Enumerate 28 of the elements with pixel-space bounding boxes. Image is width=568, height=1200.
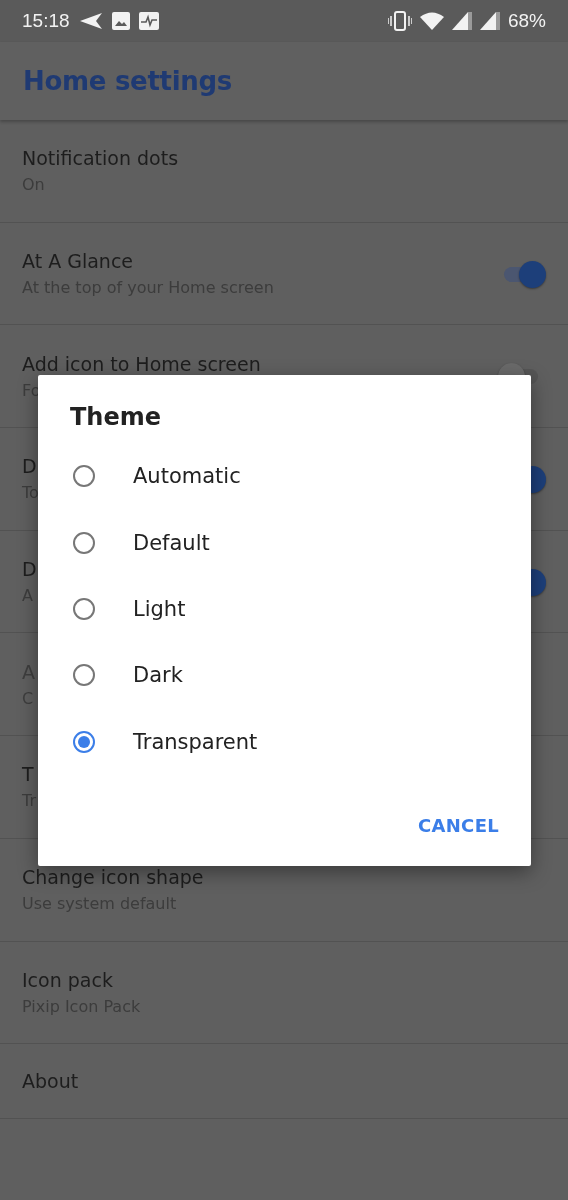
option-label[interactable]: Automatic [133,464,241,489]
option-label[interactable]: Default [133,530,210,555]
setting-title[interactable]: Add icon to Home screen [22,352,502,375]
battery-percent: 68% [507,10,546,32]
setting-title[interactable]: At A Glance [22,250,502,273]
vibrate-icon [387,11,412,31]
image-icon [111,12,130,30]
setting-title[interactable]: About [22,1070,542,1093]
option-label[interactable]: Dark [133,663,183,688]
dialog-title: Theme [70,403,163,431]
setting-title[interactable]: Icon pack [22,968,542,991]
signal-icon [451,12,472,30]
paper-plane-icon [78,12,103,30]
option-label[interactable]: Transparent [133,729,258,754]
cancel-button[interactable]: CANCEL [408,807,509,844]
setting-title[interactable]: Change icon shape [22,866,542,889]
screen-title: Home settings [23,66,232,96]
radio-button[interactable] [73,597,95,620]
radio-button[interactable] [73,465,95,488]
option-label[interactable]: Light [133,596,186,621]
setting-title[interactable]: Notification dots [22,147,542,170]
radio-button[interactable] [73,730,95,753]
signal-icon [479,12,500,30]
pulse-icon [138,12,159,30]
radio-button[interactable] [73,531,95,554]
status-time: 15:18 [22,10,70,32]
wifi-icon [419,12,444,30]
radio-button[interactable] [73,664,95,687]
